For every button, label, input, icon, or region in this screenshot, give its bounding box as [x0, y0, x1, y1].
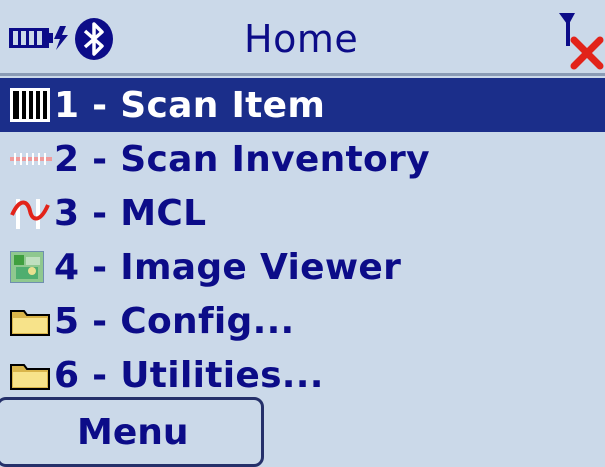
menu-item-utilities[interactable]: 6 - Utilities... [0, 348, 605, 402]
menu-item-config[interactable]: 5 - Config... [0, 294, 605, 348]
menu-item-mcl[interactable]: 3 - MCL [0, 186, 605, 240]
menu-item-scan-inventory[interactable]: 2 - Scan Inventory [0, 132, 605, 186]
menu-item-label: 4 - Image Viewer [54, 246, 402, 288]
menu-softkey-button[interactable]: Menu [0, 397, 264, 467]
scan-line-icon [10, 132, 54, 186]
barcode-icon [10, 78, 54, 132]
menu-item-label: 3 - MCL [54, 192, 207, 234]
battery-charging-icon [8, 26, 70, 54]
mcl-wave-icon [10, 186, 54, 240]
folder-icon [10, 348, 54, 402]
menu-item-scan-item[interactable]: 1 - Scan Item [0, 78, 605, 132]
menu-item-label: 2 - Scan Inventory [54, 138, 430, 180]
menu-item-label: 5 - Config... [54, 300, 295, 342]
header-divider [0, 73, 605, 76]
image-icon [10, 240, 54, 294]
antenna-no-signal-icon [556, 10, 604, 76]
home-menu-list: 1 - Scan Item 2 - Scan Inventory 3 - MCL [0, 78, 605, 402]
folder-icon [10, 294, 54, 348]
softkey-label: Menu [77, 412, 189, 453]
page-title: Home [244, 17, 359, 61]
menu-item-label: 6 - Utilities... [54, 354, 324, 396]
menu-item-image-viewer[interactable]: 4 - Image Viewer [0, 240, 605, 294]
status-bar: Home [0, 0, 605, 74]
bluetooth-icon [74, 17, 114, 65]
menu-item-label: 1 - Scan Item [54, 84, 326, 126]
